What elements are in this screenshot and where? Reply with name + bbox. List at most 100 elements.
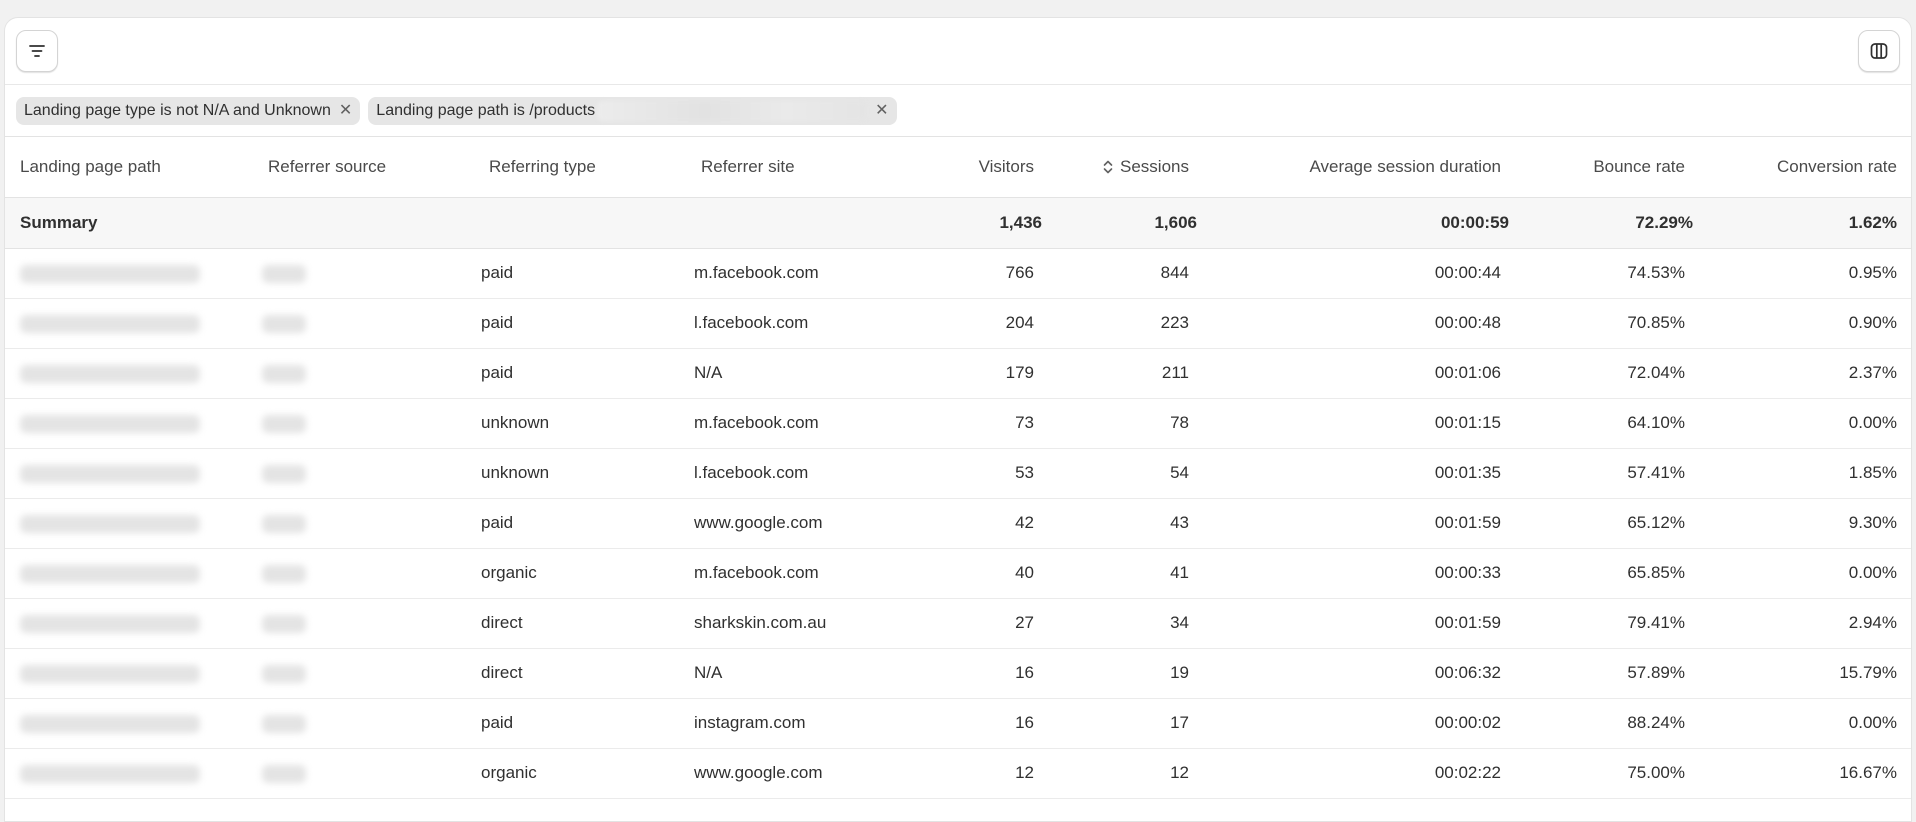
column-header-bounce-rate[interactable]: Bounce rate — [1509, 137, 1693, 198]
sessions-cell: 223 — [1042, 298, 1197, 349]
landing-page-path-cell — [5, 398, 254, 449]
sessions-cell: 54 — [1042, 448, 1197, 499]
table-row[interactable]: unknown l.facebook.com 53 54 00:01:35 57.41% 1… — [5, 448, 1911, 499]
summary-visitors: 1,436 — [905, 197, 1042, 249]
table-row[interactable]: direct N/A 16 19 00:06:32 57.89% 15.79% — [5, 648, 1911, 699]
filter-chip-landing-page-type[interactable]: Landing page type is not N/A and Unknown… — [16, 96, 361, 125]
filter-chip-landing-page-path[interactable]: Landing page path is /products ✕ — [368, 96, 897, 125]
avg-duration-cell: 00:01:59 — [1197, 498, 1509, 549]
referrer-source-cell — [254, 648, 481, 699]
visitors-cell: 53 — [905, 448, 1042, 499]
avg-duration-cell: 00:02:22 — [1197, 748, 1509, 799]
referring-type-cell: paid — [481, 248, 690, 299]
table-row[interactable]: paid N/A 179 211 00:01:06 72.04% 2.37% — [5, 348, 1911, 399]
column-header-referring-type[interactable]: Referring type — [481, 137, 690, 198]
referrer-site-cell: m.facebook.com — [690, 548, 905, 599]
column-header-landing-page-path[interactable]: Landing page path — [5, 137, 254, 198]
visitors-cell: 16 — [905, 648, 1042, 699]
sessions-cell: 41 — [1042, 548, 1197, 599]
column-header-referrer-source[interactable]: Referrer source — [254, 137, 481, 198]
referrer-source-cell — [254, 298, 481, 349]
column-header-referrer-site[interactable]: Referrer site — [690, 137, 905, 198]
filter-chip-label: Landing page type is not N/A and Unknown — [24, 101, 331, 119]
avg-duration-cell: 00:01:35 — [1197, 448, 1509, 499]
referring-type-cell: paid — [481, 698, 690, 749]
referring-type-cell: organic — [481, 748, 690, 799]
referrer-site-cell: m.facebook.com — [690, 248, 905, 299]
landing-page-path-cell — [5, 248, 254, 299]
columns-button[interactable] — [1858, 30, 1900, 72]
bounce-rate-cell: 64.10% — [1509, 398, 1693, 449]
referring-type-cell: unknown — [481, 398, 690, 449]
table-row[interactable]: paid instagram.com 16 17 00:00:02 88.24% 0.00% — [5, 698, 1911, 749]
conversion-rate-cell: 2.94% — [1693, 598, 1911, 649]
table-row[interactable]: unknown m.facebook.com 73 78 00:01:15 64.10% 0… — [5, 398, 1911, 449]
filter-button[interactable] — [16, 30, 58, 72]
column-header-visitors[interactable]: Visitors — [905, 137, 1042, 198]
column-header-average-session-duration[interactable]: Average session duration — [1197, 137, 1509, 198]
referrer-source-cell — [254, 248, 481, 299]
conversion-rate-cell: 0.00% — [1693, 698, 1911, 749]
sessions-cell: 844 — [1042, 248, 1197, 299]
conversion-rate-cell: 16.67% — [1693, 748, 1911, 799]
sessions-cell: 78 — [1042, 398, 1197, 449]
summary-sessions: 1,606 — [1042, 197, 1197, 249]
referrer-source-cell — [254, 398, 481, 449]
avg-duration-cell: 00:00:48 — [1197, 298, 1509, 349]
visitors-cell: 42 — [905, 498, 1042, 549]
referring-type-cell: paid — [481, 298, 690, 349]
referrer-source-cell — [254, 598, 481, 649]
avg-duration-cell: 00:06:32 — [1197, 648, 1509, 699]
remove-filter-icon[interactable]: ✕ — [339, 102, 352, 119]
redacted-value — [262, 764, 306, 783]
redacted-value — [262, 414, 306, 433]
bounce-rate-cell: 72.04% — [1509, 348, 1693, 399]
avg-duration-cell: 00:01:59 — [1197, 598, 1509, 649]
referrer-source-cell — [254, 748, 481, 799]
redacted-value — [20, 364, 200, 383]
landing-page-path-cell — [5, 598, 254, 649]
sessions-cell: 19 — [1042, 648, 1197, 699]
redacted-value — [20, 614, 200, 633]
landing-page-path-cell — [5, 748, 254, 799]
table-row[interactable]: paid m.facebook.com 766 844 00:00:44 74.53% 0.… — [5, 248, 1911, 299]
bounce-rate-cell: 70.85% — [1509, 298, 1693, 349]
referrer-site-cell: sharkskin.com.au — [690, 598, 905, 649]
column-header-conversion-rate[interactable]: Conversion rate — [1693, 137, 1911, 198]
summary-conversion-rate: 1.62% — [1693, 197, 1911, 249]
landing-page-path-cell — [5, 698, 254, 749]
referrer-site-cell: l.facebook.com — [690, 298, 905, 349]
referrer-site-cell: m.facebook.com — [690, 398, 905, 449]
avg-duration-cell: 00:01:15 — [1197, 398, 1509, 449]
table-row[interactable]: paid www.google.com 42 43 00:01:59 65.12% 9.30… — [5, 498, 1911, 549]
table-row[interactable]: direct sharkskin.com.au 27 34 00:01:59 79.41%… — [5, 598, 1911, 649]
sessions-cell: 17 — [1042, 698, 1197, 749]
active-filters-bar: Landing page type is not N/A and Unknown… — [5, 85, 1911, 137]
conversion-rate-cell: 0.90% — [1693, 298, 1911, 349]
sort-updown-icon — [1103, 160, 1113, 174]
table-row[interactable]: organic m.facebook.com 40 41 00:00:33 65.85% 0… — [5, 548, 1911, 599]
conversion-rate-cell: 1.85% — [1693, 448, 1911, 499]
conversion-rate-cell: 0.00% — [1693, 548, 1911, 599]
referring-type-cell: direct — [481, 648, 690, 699]
referring-type-cell: unknown — [481, 448, 690, 499]
table-row[interactable]: organic www.google.com 12 12 00:02:22 75.00% 1… — [5, 748, 1911, 799]
referrer-source-cell — [254, 498, 481, 549]
referring-type-cell: paid — [481, 348, 690, 399]
remove-filter-icon[interactable]: ✕ — [875, 102, 888, 119]
table-row[interactable]: paid l.facebook.com 204 223 00:00:48 70.85% 0.… — [5, 298, 1911, 349]
redacted-value — [262, 464, 306, 483]
report-card: Landing page type is not N/A and Unknown… — [4, 17, 1912, 822]
sessions-cell: 12 — [1042, 748, 1197, 799]
redacted-value — [20, 514, 200, 533]
landing-page-path-cell — [5, 648, 254, 699]
referrer-site-cell: www.google.com — [690, 498, 905, 549]
sessions-cell: 211 — [1042, 348, 1197, 399]
conversion-rate-cell: 2.37% — [1693, 348, 1911, 399]
column-header-sessions[interactable]: Sessions — [1042, 137, 1197, 198]
referrer-source-cell — [254, 448, 481, 499]
redacted-value — [262, 514, 306, 533]
conversion-rate-cell: 15.79% — [1693, 648, 1911, 699]
visitors-cell: 766 — [905, 248, 1042, 299]
conversion-rate-cell: 0.95% — [1693, 248, 1911, 299]
